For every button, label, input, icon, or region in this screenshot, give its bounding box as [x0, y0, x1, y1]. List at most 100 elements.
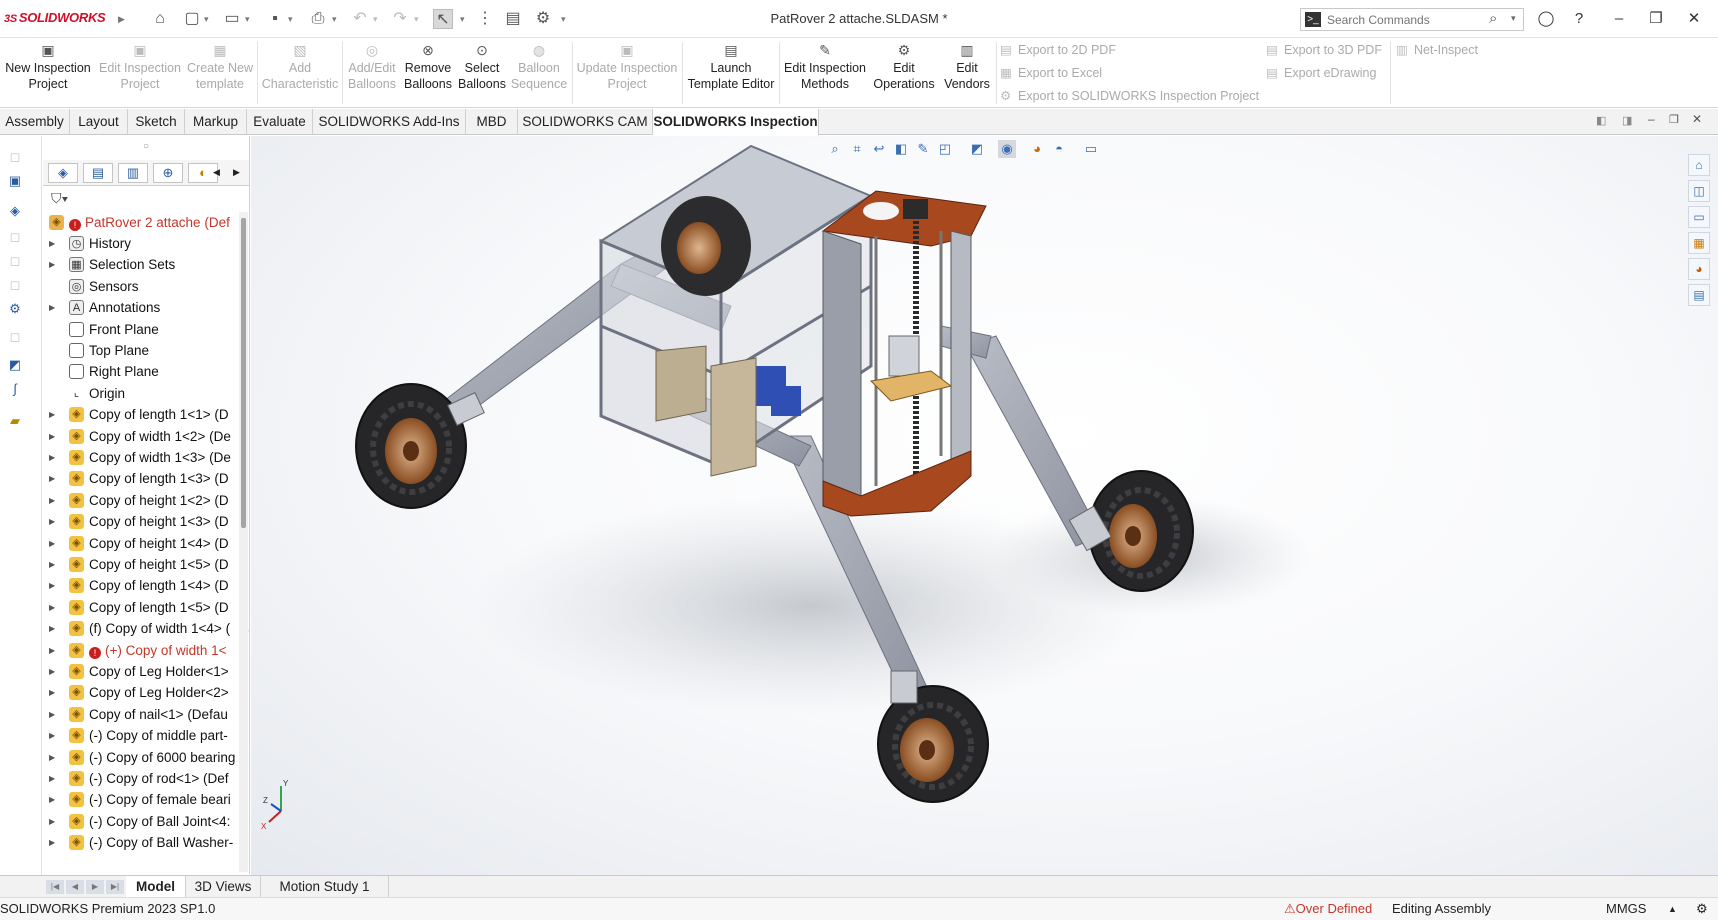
over-defined-status[interactable]: ⚠Over Defined	[1284, 898, 1372, 920]
tab-scroll-left-icon[interactable]: ◀	[213, 167, 220, 178]
tree-item[interactable]: ▶ ▦ Selection Sets	[43, 254, 239, 275]
unit-system[interactable]: MMGS	[1606, 898, 1646, 920]
export-2d-pdf-button[interactable]: ▤ Export to 2D PDF	[1000, 42, 1116, 57]
rover-3d-model[interactable]	[251, 136, 1718, 875]
doc-close-icon[interactable]: ✕	[1692, 112, 1702, 126]
help-icon[interactable]: ?	[1568, 8, 1590, 30]
expand-arrow-icon[interactable]: ▶	[49, 575, 55, 596]
tool-icon-7[interactable]: ⚙	[6, 300, 24, 318]
search-icon[interactable]: ⌕	[1489, 10, 1497, 27]
tree-item[interactable]: ▶ ◈ Copy of height 1<4> (D	[43, 533, 239, 554]
doc-minimize-icon[interactable]: –	[1648, 112, 1655, 126]
tab-solidworks-add-ins[interactable]: SOLIDWORKS Add-Ins	[313, 109, 466, 135]
tool-icon-2[interactable]: ▣	[6, 172, 24, 190]
graphics-area[interactable]: ⌕ ⌗ ↩ ◧ ✎ ◰ ◩ ◉ ◕ ◓ ▭ ⌂ ◫ ▭ ▦ ◕ ▤ Y Z X	[251, 136, 1718, 875]
tree-item[interactable]: ▶ ◈ Copy of nail<1> (Defau	[43, 704, 239, 725]
tree-item[interactable]: ▶ ◈ (-) Copy of female beari	[43, 789, 239, 810]
tool-icon-6[interactable]: ◻	[6, 276, 24, 294]
print-icon[interactable]: ⎙	[308, 9, 328, 29]
panel-collapse-handle[interactable]: ○	[248, 626, 249, 646]
undo-dropdown-icon[interactable]: ▾	[373, 9, 378, 29]
user-account-icon[interactable]: ◯	[1535, 8, 1557, 30]
expand-arrow-icon[interactable]: ▶	[49, 468, 55, 489]
property-manager-tab-icon[interactable]: ▤	[83, 163, 113, 183]
expand-arrow-icon[interactable]: ▶	[49, 682, 55, 703]
tree-item[interactable]: ▶ ◈! (+) Copy of width 1<	[43, 640, 239, 661]
new-document-icon[interactable]: ▢	[182, 9, 202, 29]
expand-arrow-icon[interactable]: ▶	[49, 426, 55, 447]
tab-motion-study-1[interactable]: Motion Study 1	[261, 876, 389, 897]
edit-inspection-methods-button[interactable]: ✎ Edit Inspection Methods	[781, 42, 869, 92]
tab-evaluate[interactable]: Evaluate	[247, 109, 313, 135]
tree-item[interactable]: Right Plane	[43, 361, 239, 382]
customize-status-icon[interactable]: ⚙	[1696, 898, 1708, 920]
expand-arrow-icon[interactable]: ▶	[49, 233, 55, 254]
panel-toggle-left-icon[interactable]: ◧	[1596, 114, 1606, 127]
undo-icon[interactable]: ↶	[350, 9, 370, 29]
expand-arrow-icon[interactable]: ▶	[49, 768, 55, 789]
last-tab-arrow-icon[interactable]: ▶|	[106, 880, 124, 894]
expand-arrow-icon[interactable]: ▶	[49, 704, 55, 725]
tab-scroll-right-icon[interactable]: ▶	[233, 167, 240, 178]
tab-layout[interactable]: Layout	[70, 109, 128, 135]
tree-item[interactable]: ▶ ◈ Copy of length 1<3> (D	[43, 468, 239, 489]
select-dropdown-icon[interactable]: ▾	[460, 9, 465, 29]
tree-item[interactable]: Front Plane	[43, 319, 239, 340]
appearances-icon[interactable]: ◕	[1688, 258, 1710, 280]
tree-item[interactable]: ▶ ◈ Copy of width 1<2> (De	[43, 426, 239, 447]
tree-item[interactable]: ▶ ◈ (f) Copy of width 1<4> (	[43, 618, 239, 639]
dimxpert-tab-icon[interactable]: ⊕	[153, 163, 183, 183]
traffic-light-icon[interactable]: ⋮	[475, 9, 495, 29]
export-3d-pdf-button[interactable]: ▤ Export to 3D PDF	[1266, 42, 1382, 57]
tree-item[interactable]: ▶ ◈ Copy of length 1<4> (D	[43, 575, 239, 596]
new-dropdown-icon[interactable]: ▾	[204, 9, 209, 29]
tree-item[interactable]: ▶ ◈ (-) Copy of 6000 bearing	[43, 747, 239, 768]
options-gear-icon[interactable]: ⚙	[533, 9, 553, 29]
tree-item[interactable]: ▶ ◷ History	[43, 233, 239, 254]
tool-icon-9[interactable]: ◩	[6, 356, 24, 374]
doc-restore-icon[interactable]: ❐	[1669, 113, 1679, 126]
expand-arrow-icon[interactable]: ▶	[49, 490, 55, 511]
tab-solidworks-inspection[interactable]: SOLIDWORKS Inspection	[653, 109, 819, 136]
open-folder-icon[interactable]: ▭	[222, 9, 242, 29]
expand-arrow-icon[interactable]: ▶	[49, 554, 55, 575]
close-icon[interactable]: ✕	[1683, 8, 1705, 30]
menu-expand-icon[interactable]: ▶	[118, 9, 125, 29]
export-edrawing-button[interactable]: ▤ Export eDrawing	[1266, 65, 1376, 80]
net-inspect-button[interactable]: ▥ Net-Inspect	[1396, 42, 1478, 57]
expand-arrow-icon[interactable]: ▶	[49, 725, 55, 746]
tab-markup[interactable]: Markup	[185, 109, 247, 135]
expand-arrow-icon[interactable]: ▶	[49, 811, 55, 832]
tree-item[interactable]: Top Plane	[43, 340, 239, 361]
tree-scrollbar-thumb[interactable]	[241, 218, 246, 528]
tree-item[interactable]: ▶ ◈ Copy of length 1<5> (D	[43, 597, 239, 618]
tab-solidworks-cam[interactable]: SOLIDWORKS CAM	[518, 109, 653, 135]
tab-assembly[interactable]: Assembly	[0, 109, 70, 135]
filter-icon[interactable]: ⛉▾	[51, 190, 68, 207]
expand-arrow-icon[interactable]: ▶	[49, 832, 55, 853]
edit-operations-button[interactable]: ⚙ Edit Operations	[869, 42, 939, 92]
save-dropdown-icon[interactable]: ▾	[288, 9, 293, 29]
search-input[interactable]	[1327, 11, 1487, 28]
custom-properties-icon[interactable]: ▤	[1688, 284, 1710, 306]
view-palette-icon[interactable]: ▦	[1688, 232, 1710, 254]
new-inspection-project-button[interactable]: ▣ New Inspection Project	[2, 42, 94, 92]
expand-arrow-icon[interactable]: ▶	[49, 640, 55, 661]
expand-arrow-icon[interactable]: ▶	[49, 661, 55, 682]
tree-item[interactable]: ▶ ◈ Copy of width 1<3> (De	[43, 447, 239, 468]
expand-arrow-icon[interactable]: ▶	[49, 254, 55, 275]
select-cursor-icon[interactable]: ↖	[433, 9, 453, 29]
add-characteristic-button[interactable]: ▧ Add Characteristic	[259, 42, 341, 92]
select-balloons-button[interactable]: ⊙ Select Balloons	[456, 42, 508, 92]
tree-item[interactable]: ▶ ◈ Copy of length 1<1> (D	[43, 404, 239, 425]
next-tab-arrow-icon[interactable]: ▶	[86, 880, 104, 894]
export-sw-inspection-project-button[interactable]: ⚙ Export to SOLIDWORKS Inspection Project	[1000, 88, 1259, 103]
tree-item[interactable]: ▶ ◈ (-) Copy of Ball Washer-	[43, 832, 239, 853]
minimize-icon[interactable]: –	[1608, 8, 1630, 30]
tree-item[interactable]: ▶ ◈ Copy of height 1<3> (D	[43, 511, 239, 532]
remove-balloons-button[interactable]: ⊗ Remove Balloons	[400, 42, 456, 92]
expand-arrow-icon[interactable]: ▶	[49, 297, 55, 318]
file-properties-icon[interactable]: ▤	[503, 9, 523, 29]
tool-icon-8[interactable]: ◻	[6, 328, 24, 346]
expand-arrow-icon[interactable]: ▶	[49, 533, 55, 554]
